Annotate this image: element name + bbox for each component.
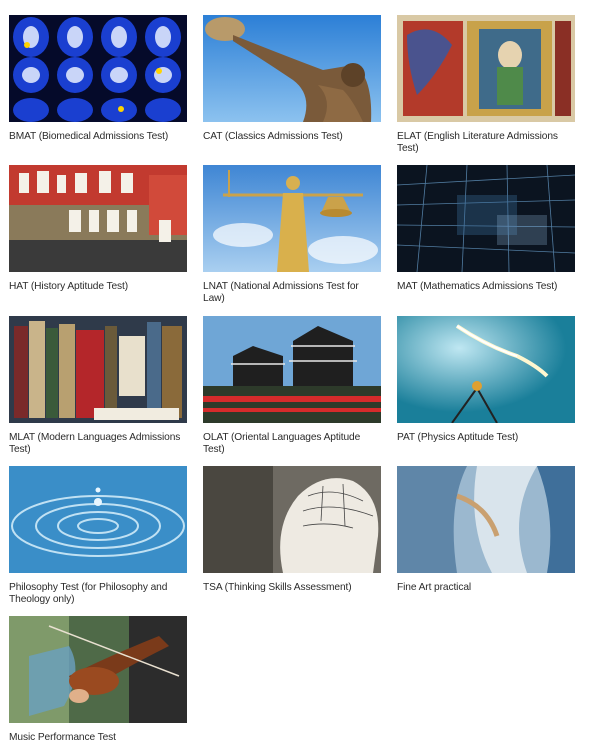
admissions-tests-grid: BMAT (Biomedical Admissions Test) CAT (C… <box>0 0 595 751</box>
abstract-paint-image <box>397 466 575 573</box>
test-card-music[interactable]: Music Performance Test <box>9 616 187 756</box>
test-label[interactable]: CAT (Classics Admissions Test) <box>203 131 381 143</box>
test-label[interactable]: Fine Art practical <box>397 582 575 594</box>
test-label[interactable]: LNAT (National Admissions Test for Law) <box>203 281 381 305</box>
test-card-bmat[interactable]: BMAT (Biomedical Admissions Test) <box>9 15 187 155</box>
berlin-wall-graffiti-image <box>9 165 187 272</box>
test-label[interactable]: TSA (Thinking Skills Assessment) <box>203 582 381 594</box>
discus-thrower-statue-image <box>203 15 381 122</box>
test-label[interactable]: MAT (Mathematics Admissions Test) <box>397 281 575 293</box>
water-droplet-ripple-image <box>9 466 187 573</box>
test-card-tsa[interactable]: TSA (Thinking Skills Assessment) <box>203 466 381 606</box>
test-label[interactable]: Philosophy Test (for Philosophy and Theo… <box>9 582 187 606</box>
test-label[interactable]: ELAT (English Literature Admissions Test… <box>397 131 575 155</box>
test-label[interactable]: PAT (Physics Aptitude Test) <box>397 432 575 444</box>
test-card-mlat[interactable]: MLAT (Modern Languages Admissions Test) <box>9 316 187 456</box>
test-card-fine-art[interactable]: Fine Art practical <box>397 466 575 606</box>
violinist-image <box>9 616 187 723</box>
test-card-mat[interactable]: MAT (Mathematics Admissions Test) <box>397 165 575 305</box>
test-card-olat[interactable]: OLAT (Oriental Languages Aptitude Test) <box>203 316 381 456</box>
test-card-elat[interactable]: ELAT (English Literature Admissions Test… <box>397 15 575 155</box>
light-bulb-filament-image <box>397 316 575 423</box>
brain-scan-image <box>9 15 187 122</box>
illuminated-manuscript-image <box>397 15 575 122</box>
test-card-hat[interactable]: HAT (History Aptitude Test) <box>9 165 187 305</box>
phrenology-head-image <box>203 466 381 573</box>
test-card-lnat[interactable]: LNAT (National Admissions Test for Law) <box>203 165 381 305</box>
test-card-philosophy[interactable]: Philosophy Test (for Philosophy and Theo… <box>9 466 187 606</box>
test-label[interactable]: Music Performance Test <box>9 732 187 744</box>
test-label[interactable]: OLAT (Oriental Languages Aptitude Test) <box>203 432 381 456</box>
japanese-castle-image <box>203 316 381 423</box>
lady-justice-statue-image <box>203 165 381 272</box>
abstract-grid-image <box>397 165 575 272</box>
test-card-pat[interactable]: PAT (Physics Aptitude Test) <box>397 316 575 456</box>
bookshelf-image <box>9 316 187 423</box>
test-label[interactable]: BMAT (Biomedical Admissions Test) <box>9 131 187 143</box>
test-card-cat[interactable]: CAT (Classics Admissions Test) <box>203 15 381 155</box>
test-label[interactable]: HAT (History Aptitude Test) <box>9 281 187 293</box>
test-label[interactable]: MLAT (Modern Languages Admissions Test) <box>9 432 187 456</box>
